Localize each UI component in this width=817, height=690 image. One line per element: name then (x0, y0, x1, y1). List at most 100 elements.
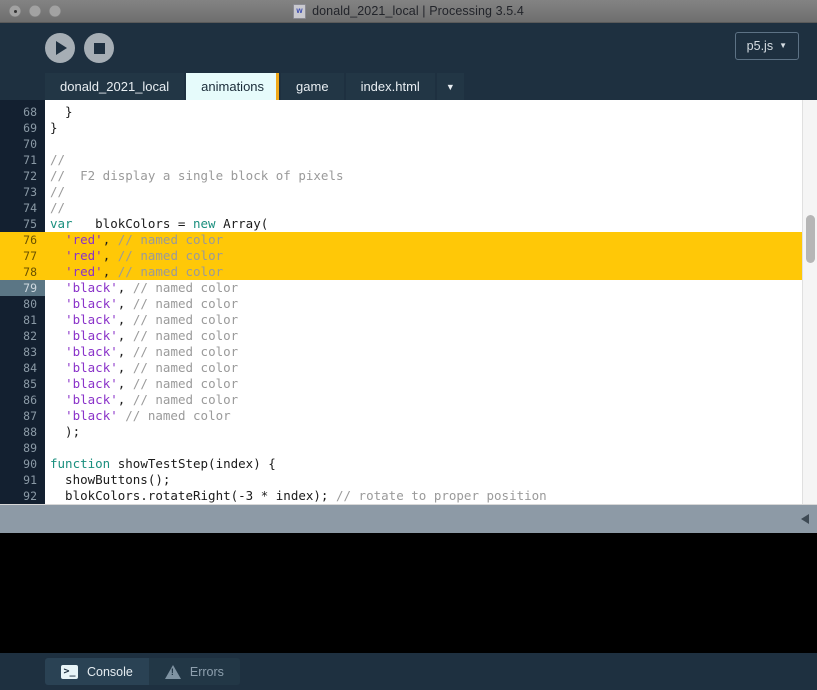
minimize-button[interactable] (29, 5, 41, 17)
code-token: ); (50, 424, 81, 439)
code-line[interactable]: ); (45, 424, 802, 440)
code-token: // named color (117, 232, 224, 247)
code-line[interactable]: 'black', // named color (45, 344, 802, 360)
code-line[interactable]: } (45, 104, 802, 120)
code-token: // named color (132, 312, 239, 327)
code-line[interactable]: showButtons(); (45, 472, 802, 488)
tab-animations[interactable]: animations (186, 73, 280, 100)
code-token: , (117, 392, 133, 407)
line-number: 79 (0, 280, 45, 296)
scrollbar-thumb[interactable] (806, 215, 815, 263)
tab-game[interactable]: game (281, 73, 344, 100)
code-line[interactable]: 'black', // named color (45, 328, 802, 344)
code-line[interactable]: 'black', // named color (45, 312, 802, 328)
code-line[interactable]: 'black' // named color (45, 408, 802, 424)
code-token: , (117, 344, 133, 359)
processing-ide-window: w donald_2021_local | Processing 3.5.4 p… (0, 0, 817, 690)
code-line[interactable]: // F2 display a single block of pixels (45, 168, 802, 184)
code-line[interactable]: // (45, 200, 802, 216)
mode-selector[interactable]: p5.js ▼ (734, 32, 799, 60)
code-token: , (102, 232, 118, 247)
run-button[interactable] (45, 33, 75, 63)
panel-divider[interactable] (0, 504, 817, 533)
line-number: 68 (23, 105, 37, 119)
code-line[interactable]: function showTestStep(index) { (45, 456, 802, 472)
code-token: // named color (132, 376, 239, 391)
code-line[interactable]: var blokColors = new Array( (45, 216, 802, 232)
code-token: 'black' (65, 360, 118, 375)
tab-label: game (296, 79, 329, 94)
code-token: // named color (132, 296, 239, 311)
editor-vertical-scrollbar[interactable] (802, 100, 817, 504)
code-token: // named color (132, 392, 239, 407)
code-line[interactable]: // (45, 184, 802, 200)
tab-errors[interactable]: Errors (148, 658, 240, 685)
code-line[interactable]: 'black', // named color (45, 296, 802, 312)
tab-errors-label: Errors (189, 664, 224, 679)
close-button[interactable] (9, 5, 21, 17)
code-token: blokColors = (72, 216, 193, 231)
tab-console[interactable]: >_ Console (45, 658, 149, 685)
statusbar: >_ Console Errors (0, 653, 817, 690)
line-number: 86 (23, 393, 37, 407)
line-number: 92 (23, 489, 37, 503)
editor-tabbar: donald_2021_local animations game index.… (0, 73, 817, 100)
code-line[interactable]: 'red', // named color (45, 264, 802, 280)
collapse-left-icon[interactable] (801, 514, 809, 524)
document-icon: w (293, 3, 307, 19)
line-number: 76 (0, 232, 45, 248)
line-number: 74 (23, 201, 37, 215)
code-token: // (50, 152, 66, 167)
code-token: 'black' (65, 280, 118, 295)
window-title: w donald_2021_local | Processing 3.5.4 (0, 3, 817, 19)
code-line[interactable] (45, 440, 802, 456)
line-number: 70 (23, 137, 37, 151)
code-token: function (50, 456, 111, 471)
play-icon (56, 41, 67, 55)
code-line[interactable]: blokColors.rotateRight(-3 * index); // r… (45, 488, 802, 504)
line-number: 90 (23, 457, 37, 471)
code-editor: 68 69 70 71 72 73 74 75 76 77 78 79 80 81 82 83 84 85 86 87… (0, 100, 817, 504)
line-number: 87 (23, 409, 37, 423)
line-number: 81 (23, 313, 37, 327)
code-token: 'black' (65, 392, 118, 407)
code-token: 'black' (65, 408, 118, 423)
stop-button[interactable] (84, 33, 114, 63)
code-line[interactable]: 'black', // named color (45, 280, 802, 296)
tab-overflow-menu-button[interactable]: ▼ (436, 73, 464, 100)
code-token: 'red' (65, 248, 103, 263)
line-number: 89 (23, 441, 37, 455)
code-token: // named color (132, 280, 239, 295)
stop-icon (93, 42, 105, 54)
code-token: // named color (117, 248, 224, 263)
code-token: showTestStep(index) { (110, 456, 276, 471)
code-token: // named color (132, 360, 239, 375)
code-token: // (50, 200, 66, 215)
code-line[interactable] (45, 136, 802, 152)
code-line[interactable]: 'red', // named color (45, 232, 802, 248)
code-line[interactable]: } (45, 120, 802, 136)
code-line[interactable]: 'black', // named color (45, 392, 802, 408)
tab-index-html[interactable]: index.html (345, 73, 435, 100)
tab-donald-2021-local[interactable]: donald_2021_local (45, 73, 185, 100)
toolbar: p5.js ▼ (0, 23, 817, 73)
code-line[interactable]: 'black', // named color (45, 360, 802, 376)
code-line[interactable]: // (45, 152, 802, 168)
warning-triangle-icon (164, 664, 181, 679)
tab-label: index.html (360, 79, 420, 94)
code-area[interactable]: }} //// F2 display a single block of pix… (45, 100, 802, 504)
line-number: 71 (23, 153, 37, 167)
code-token: , (117, 376, 133, 391)
code-token: Array( (215, 216, 269, 231)
console-output[interactable] (0, 533, 817, 653)
code-line[interactable]: 'red', // named color (45, 248, 802, 264)
code-token: 'black' (65, 312, 118, 327)
code-line[interactable]: 'black', // named color (45, 376, 802, 392)
zoom-button[interactable] (49, 5, 61, 17)
